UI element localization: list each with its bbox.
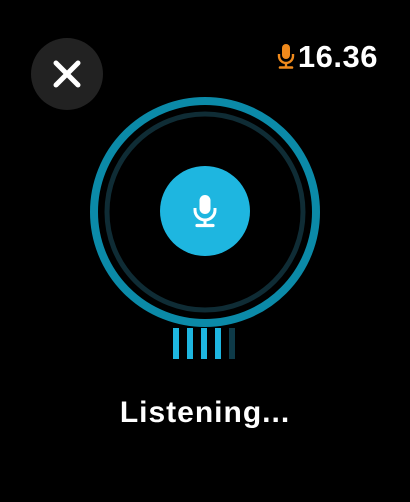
microphone-button[interactable] xyxy=(160,166,250,256)
microphone-icon xyxy=(193,195,217,228)
level-bar-active xyxy=(187,328,193,359)
audio-level-meter xyxy=(173,328,235,359)
level-bar-active xyxy=(173,328,179,359)
voice-input-screen: 16.36 Listening... xyxy=(0,0,410,502)
microphone-icon xyxy=(277,44,295,69)
listening-status: Listening... xyxy=(119,396,291,429)
status-bar: 16.36 xyxy=(276,36,378,76)
level-bar-active xyxy=(215,328,221,359)
close-icon xyxy=(53,60,81,88)
level-bar-active xyxy=(201,328,207,359)
time-display: 16.36 xyxy=(297,38,378,74)
level-bar-inactive xyxy=(229,328,235,359)
